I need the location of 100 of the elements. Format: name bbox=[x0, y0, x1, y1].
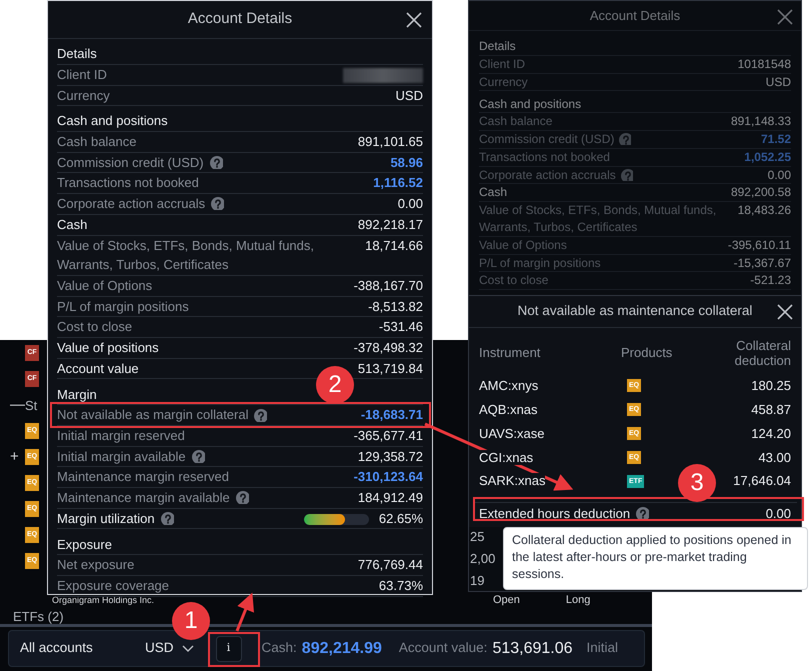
row-value: -18,683.71 bbox=[360, 406, 423, 424]
row-value: -8,513.82 bbox=[368, 298, 423, 316]
instrument-name: UAVS:xase bbox=[479, 426, 545, 441]
row-value: 1,116.52 bbox=[373, 174, 423, 192]
row-label: Cash balance bbox=[479, 113, 552, 130]
group-label: St bbox=[25, 398, 38, 412]
help-icon[interactable] bbox=[192, 450, 205, 463]
row-value: 18,714.66 bbox=[365, 236, 423, 255]
column-header: Instrument bbox=[479, 344, 542, 362]
caret-icon bbox=[182, 644, 194, 652]
row-value: 0.00 bbox=[398, 195, 423, 214]
column-header: Long bbox=[566, 594, 590, 606]
row-value: -531.46 bbox=[378, 318, 423, 336]
row-label: Cash bbox=[57, 216, 88, 234]
row-value: 0.00 bbox=[766, 505, 791, 524]
dialog-title: Account Details bbox=[188, 9, 292, 30]
section-heading: Cash and positions bbox=[479, 96, 582, 113]
row-label: Commission credit (USD) bbox=[57, 154, 204, 172]
row-label: Value of Options bbox=[57, 276, 152, 295]
section-heading: Details bbox=[57, 45, 97, 64]
table-cell: 19 bbox=[470, 573, 484, 588]
row-label: Transactions not booked bbox=[479, 148, 610, 166]
row-value: 891,101.65 bbox=[358, 133, 423, 151]
row-label: Transactions not booked bbox=[57, 174, 199, 192]
toggle-icon[interactable]: + bbox=[10, 446, 22, 468]
row-value: 892,218.17 bbox=[358, 216, 423, 234]
deduction-value: 124.20 bbox=[751, 424, 791, 443]
row-value: 891,148.33 bbox=[730, 113, 791, 130]
instrument-name: AMC:xnys bbox=[479, 378, 538, 394]
row-value: 0.00 bbox=[768, 166, 791, 184]
row-label: Initial margin available bbox=[57, 448, 186, 466]
row-label: Corporate action accruals bbox=[479, 166, 616, 184]
row-label: Net exposure bbox=[57, 556, 134, 574]
help-icon[interactable] bbox=[236, 491, 249, 504]
account-selector[interactable]: All accounts bbox=[20, 638, 145, 659]
row-label: Client ID bbox=[479, 56, 526, 73]
row-label: Value of Stocks, ETFs, Bonds, Mutual funds, Warrants, Turbos, Certificates bbox=[57, 236, 315, 274]
help-icon[interactable] bbox=[160, 512, 174, 526]
row-label: Currency bbox=[57, 86, 110, 105]
row-value: 1,052.25 bbox=[744, 148, 791, 166]
row-value: -15,367.67 bbox=[734, 254, 791, 272]
highlight-frame bbox=[208, 632, 260, 667]
row-label: Margin utilization bbox=[57, 510, 155, 528]
cash-value: 892,214.99 bbox=[302, 638, 382, 658]
status-label: Cash: bbox=[262, 639, 297, 658]
row-label: Client ID bbox=[57, 66, 107, 84]
section-heading: Cash and positions bbox=[57, 112, 168, 130]
row-value: -388,167.70 bbox=[354, 276, 423, 295]
help-icon[interactable] bbox=[254, 408, 268, 422]
row-label: Cash bbox=[479, 184, 508, 202]
help-icon[interactable] bbox=[210, 156, 223, 170]
row-label: Value of Stocks, ETFs, Bonds, Mutual funds, Warrants, Turbos, Certificates bbox=[479, 202, 718, 236]
row-label: Cost to close bbox=[479, 272, 548, 290]
table-cell: 25 bbox=[470, 529, 484, 544]
tooltip: Collateral deduction applied to positions opened in the latest after-hours or pre-market trading sessions. bbox=[503, 527, 808, 590]
row-label: Corporate action accruals bbox=[57, 195, 206, 214]
instrument-name: SARK:xnas bbox=[479, 473, 546, 488]
row-value: 184,912.49 bbox=[358, 489, 423, 508]
help-icon[interactable] bbox=[211, 197, 224, 210]
group-label: ETFs (2) bbox=[13, 610, 64, 623]
row-value: -378,498.32 bbox=[354, 339, 423, 358]
instrument-name: AQB:xnas bbox=[479, 402, 538, 417]
column-header: Open bbox=[493, 594, 520, 606]
deduction-value: 458.87 bbox=[751, 400, 791, 419]
dialog-title: Account Details bbox=[590, 6, 680, 25]
row-value: USD bbox=[766, 74, 791, 90]
row-value: 18,483.26 bbox=[738, 202, 791, 219]
currency-dropdown[interactable]: USD bbox=[145, 638, 194, 659]
row-label: Account value bbox=[57, 360, 139, 378]
account-value: 513,691.06 bbox=[492, 638, 573, 658]
row-label: Initial margin reserved bbox=[57, 426, 185, 445]
deduction-value: 43.00 bbox=[758, 448, 791, 467]
close-button[interactable] bbox=[777, 304, 793, 320]
row-value: 10181548 bbox=[738, 56, 791, 73]
row-label: Currency bbox=[479, 74, 528, 90]
column-header: Products bbox=[621, 344, 674, 362]
row-value: USD bbox=[396, 86, 423, 104]
row-label: Cost to close bbox=[57, 318, 132, 336]
status-label: Initial bbox=[586, 639, 618, 658]
row-label: Commission credit (USD) bbox=[479, 130, 614, 148]
row-label: P/L of margin positions bbox=[57, 298, 189, 316]
section-heading: Margin bbox=[57, 386, 97, 404]
column-header: Collateral deduction bbox=[734, 338, 791, 368]
close-button[interactable] bbox=[406, 12, 422, 28]
row-value: 513,719.84 bbox=[358, 360, 423, 378]
status-label: Account value: bbox=[398, 639, 488, 658]
row-value: 129,358.72 bbox=[358, 448, 423, 466]
info-button[interactable]: i bbox=[216, 636, 242, 662]
help-icon[interactable] bbox=[636, 507, 650, 520]
row-label: Cash balance bbox=[57, 133, 136, 151]
row-value: -395,610.11 bbox=[728, 236, 791, 254]
instrument-name: CGI:xnas bbox=[479, 450, 534, 465]
deduction-value: 17,646.04 bbox=[733, 472, 791, 490]
deduction-value: 180.25 bbox=[751, 377, 791, 396]
row-value: -521.23 bbox=[750, 272, 791, 290]
row-label: Maintenance margin reserved bbox=[57, 468, 229, 486]
section-heading: Details bbox=[479, 38, 516, 56]
row-label: Extended hours deduction bbox=[479, 505, 630, 524]
row-value: 776,769.44 bbox=[358, 556, 423, 574]
table-cell: 2,00 bbox=[470, 551, 496, 566]
